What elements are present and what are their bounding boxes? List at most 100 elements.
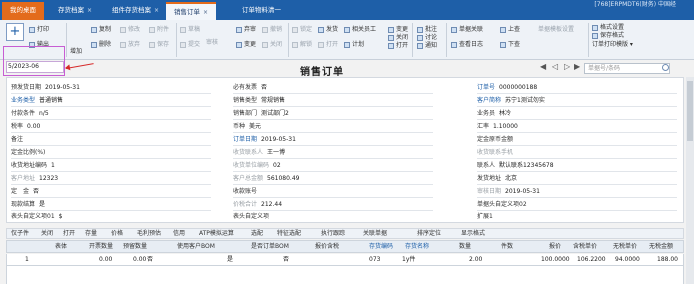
field-invoice-required[interactable]: 必有发票否 — [233, 84, 267, 92]
field-cash-settle[interactable]: 现款结算是 — [11, 201, 45, 209]
cell-order-bom[interactable]: 是 — [227, 256, 233, 264]
save-button[interactable]: 保存 — [149, 40, 169, 49]
field-customer[interactable]: 客户简称 苏宁1测试勿实 — [477, 97, 545, 105]
col-header-notax-price[interactable]: 无税单价 — [613, 243, 637, 251]
tab-sales-order[interactable]: 销售订单 × — [166, 2, 217, 20]
grid-btn-atp[interactable]: ATP模拟运算 — [199, 230, 234, 238]
field-order-date[interactable]: 订单日期 2019-05-31 — [233, 136, 296, 144]
cell-use-customer-bom[interactable]: 否 — [147, 256, 153, 264]
field-currency[interactable]: 币种 美元 — [233, 123, 261, 131]
grid-btn-price[interactable]: 价格 — [111, 230, 123, 238]
cell-inventory-code[interactable]: 073 — [369, 256, 380, 264]
change-button[interactable]: 变更 — [236, 40, 256, 49]
cell-quote[interactable]: 100.0000 — [541, 256, 570, 264]
grid-btn-stock[interactable]: 存量 — [85, 230, 97, 238]
field-tax-rate[interactable]: 税率 0.00 — [11, 123, 40, 131]
grid-btn-feature-configure[interactable]: 特征选配 — [277, 230, 301, 238]
draft-button[interactable]: 草稿 — [180, 25, 200, 34]
add-button[interactable]: 增加 — [70, 47, 82, 56]
col-header-reserve-qty[interactable]: 预留数量 — [123, 243, 147, 251]
lock-button[interactable]: 锁定 — [292, 25, 312, 34]
field-header-custom-02[interactable]: 单据头自定义项02 — [477, 201, 531, 209]
field-customer-total[interactable]: 客户总金额 561080.49 — [233, 175, 299, 183]
field-deposit-ratio[interactable]: 定金比例(%) — [11, 149, 49, 157]
col-header-tax-price[interactable]: 含税单价 — [573, 243, 597, 251]
tab-my-desktop[interactable]: 我的桌面 — [2, 2, 44, 20]
attachment-button[interactable]: 附件 — [149, 25, 169, 34]
cell-notax-price[interactable]: 94.0000 — [615, 256, 640, 264]
grid-btn-open[interactable]: 打开 — [63, 230, 75, 238]
bill-link-button[interactable]: 单据关联 — [451, 25, 483, 34]
grid-btn-related-bills[interactable]: 关联单据 — [363, 230, 387, 238]
field-receiver[interactable]: 收货联系人 王一博 — [233, 149, 285, 157]
related-staff-button[interactable]: 相关员工 — [344, 25, 376, 34]
grid-btn-close[interactable]: 关闭 — [41, 230, 53, 238]
scrollbar-thumb[interactable] — [687, 81, 693, 141]
field-order-no[interactable]: 订单号 0000000188 — [477, 84, 537, 92]
search-input[interactable]: 单据号/条码 — [584, 63, 670, 74]
col-header-inventory-name[interactable]: 存货名称 — [405, 243, 429, 251]
field-payment-term[interactable]: 付款条件 n/5 — [11, 110, 49, 118]
bill-template-button[interactable]: 单据模板设置 — [538, 25, 574, 34]
vertical-scrollbar[interactable] — [686, 77, 694, 284]
col-header-order-bom[interactable]: 是否订单BOM — [251, 243, 289, 251]
prev-record-icon[interactable]: ◁ — [552, 62, 558, 71]
grid-btn-credit[interactable]: 信用 — [173, 230, 185, 238]
col-header-invoice-qty[interactable]: 开票数量 — [89, 243, 113, 251]
close-button[interactable]: 关闭 — [262, 40, 282, 49]
field-customer-address[interactable]: 客户地址 12323 — [11, 175, 58, 183]
field-header-custom-01[interactable]: 表头自定义项01 $ — [11, 213, 62, 221]
ship-button[interactable]: 发货 — [318, 25, 338, 34]
date-cell[interactable]: 5/2023-06 — [6, 61, 64, 73]
open-button[interactable]: 打开 — [318, 40, 338, 49]
col-header-quantity[interactable]: 数量 — [459, 243, 471, 251]
col-header-notax-amount[interactable]: 无税金额 — [649, 243, 673, 251]
grid-btn-configure[interactable]: 选配 — [251, 230, 263, 238]
grid-btn-display-format[interactable]: 显示格式 — [461, 230, 485, 238]
cell-inventory-name[interactable]: 1y件 — [402, 256, 415, 264]
field-contract-code[interactable]: 收货单位编码 02 — [233, 162, 281, 170]
close-icon[interactable]: × — [154, 7, 159, 14]
field-sales-type[interactable]: 销售类型 常规销售 — [233, 97, 285, 105]
field-header-custom[interactable]: 表头自定义项 — [233, 213, 273, 221]
grid-btn-exec-trace[interactable]: 执行跟踪 — [321, 230, 345, 238]
field-remark[interactable]: 备注 — [11, 136, 27, 144]
field-receiver-mobile[interactable]: 收货联系手机 — [477, 149, 517, 157]
next-record-icon[interactable]: ▷ — [564, 62, 570, 71]
grid-btn-child-only[interactable]: 仅子件 — [11, 230, 29, 238]
col-header-use-customer-bom[interactable]: 使用客户BOM — [177, 243, 215, 251]
field-deposit[interactable]: 定 金否 — [11, 188, 39, 196]
submit-button[interactable]: 提交 — [180, 40, 200, 49]
col-header-quote-tax[interactable]: 报价含税 — [315, 243, 339, 251]
col-header-pieces[interactable]: 件数 — [501, 243, 513, 251]
field-deposit-total[interactable]: 定金原币金额 — [477, 136, 517, 144]
notify-button[interactable]: 通知 — [417, 41, 437, 50]
view-log-button[interactable]: 查看日志 — [451, 40, 483, 49]
save-format-button[interactable]: 保存格式 — [592, 31, 624, 40]
col-header-body[interactable]: 表体 — [55, 243, 67, 251]
search-icon[interactable] — [662, 64, 669, 71]
print-button[interactable]: 打印 — [29, 25, 49, 34]
copy-button[interactable]: 复制 — [91, 25, 111, 34]
col-header-inventory-code[interactable]: 存货编码 — [369, 243, 393, 251]
col-header-quote[interactable]: 报价 — [549, 243, 561, 251]
tab-inventory-file[interactable]: 存货档案 × — [50, 2, 100, 20]
abandon-button[interactable]: 放弃 — [120, 40, 140, 49]
field-recv-addr-code[interactable]: 收货地址编码 1 — [11, 162, 55, 170]
first-record-icon[interactable]: ◀ — [540, 62, 546, 71]
cell-notax-amount[interactable]: 188.00 — [657, 256, 678, 264]
field-extension-1[interactable]: 扩展1 — [477, 213, 497, 221]
cancel-approve-button[interactable]: 弃审 — [236, 25, 256, 34]
delete-button[interactable]: 删除 — [91, 40, 111, 49]
unlock-button[interactable]: 解锁 — [292, 40, 312, 49]
field-price-total[interactable]: 价税合计 212.44 — [233, 201, 282, 209]
cell-quantity[interactable]: 2.00 — [469, 256, 482, 264]
cell-quote-tax[interactable]: 否 — [283, 256, 289, 264]
table-row[interactable]: 1 0.00 0.00 否 是 否 073 1y件 2.00 100.0000 … — [6, 254, 684, 266]
open2-button[interactable]: 打开 — [388, 41, 408, 50]
last-record-icon[interactable]: ▶ — [574, 62, 580, 71]
tab-order-material-list[interactable]: 订单物料清一 — [234, 2, 289, 20]
approve-button[interactable]: 审核 — [206, 38, 218, 47]
field-pre-ship-date[interactable]: 预发货日期 2019-05-31 — [11, 84, 80, 92]
field-exchange-rate[interactable]: 汇率 1.10000 — [477, 123, 518, 131]
